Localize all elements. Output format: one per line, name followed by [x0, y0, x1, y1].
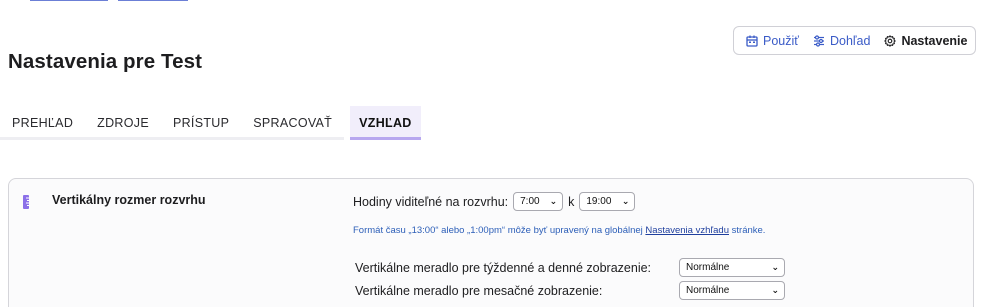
- view-monitor-button[interactable]: Dohľad: [813, 34, 870, 48]
- tab-process[interactable]: SPRACOVAŤ: [241, 106, 345, 140]
- section-title: Vertikálny rozmer rozvrhu: [52, 193, 206, 207]
- monthly-scale-value: Normálne: [686, 285, 730, 296]
- time-format-hint: Formát času „13:00“ alebo „1:00pm“ môže …: [353, 225, 765, 236]
- view-monitor-label: Dohľad: [829, 33, 871, 48]
- visible-hours-label: Hodiny viditeľné na rozvrhu:: [353, 194, 509, 209]
- chevron-down-icon: ⌄: [771, 285, 779, 295]
- chevron-down-icon: ⌄: [549, 196, 558, 206]
- breadcrumb: [30, 0, 188, 4]
- breadcrumb-link-underline[interactable]: [30, 0, 108, 1]
- schedule-size-panel: Vertikálny rozmer rozvrhu Hodiny viditeľ…: [8, 178, 974, 307]
- view-settings-label: Nastavenie: [901, 33, 968, 48]
- tab-access[interactable]: PRÍSTUP: [160, 106, 242, 140]
- hint-text-after: stránke.: [731, 225, 766, 236]
- view-switcher: Použiť Dohľad Nastavenie: [733, 26, 976, 55]
- view-use-button[interactable]: Použiť: [746, 34, 799, 48]
- tab-overview[interactable]: PREHĽAD: [0, 106, 86, 140]
- monthly-scale-select[interactable]: Normálne ⌄: [679, 281, 785, 300]
- start-hour-select[interactable]: 7:00 ⌄: [513, 192, 564, 211]
- weekly-scale-label: Vertikálne meradlo pre týždenné a denné …: [355, 260, 652, 275]
- chevron-down-icon: ⌄: [771, 262, 779, 272]
- weekly-scale-value: Normálne: [686, 262, 730, 273]
- calendar-icon: [746, 35, 758, 47]
- sliders-icon: [813, 34, 824, 47]
- monthly-scale-row: Vertikálne meradlo pre mesačné zobrazeni…: [355, 281, 785, 300]
- settings-tabs: PREHĽAD ZDROJE PRÍSTUP SPRACOVAŤ VZHĽAD: [0, 106, 421, 140]
- ruler-icon: [23, 195, 29, 209]
- breadcrumb-link-underline[interactable]: [118, 0, 188, 1]
- gear-icon: [884, 34, 897, 47]
- tab-resources[interactable]: ZDROJE: [85, 106, 161, 140]
- tab-appearance[interactable]: VZHĽAD: [350, 106, 421, 140]
- view-settings-button[interactable]: Nastavenie: [884, 34, 967, 48]
- chevron-down-icon: ⌄: [621, 196, 630, 206]
- start-hour-value: 7:00: [520, 196, 540, 207]
- weekly-scale-row: Vertikálne meradlo pre týždenné a denné …: [355, 258, 785, 277]
- hours-separator: k: [568, 194, 575, 209]
- page-title: Nastavenia pre Test: [8, 50, 203, 73]
- end-hour-select[interactable]: 19:00 ⌄: [579, 192, 636, 211]
- weekly-scale-select[interactable]: Normálne ⌄: [679, 258, 785, 277]
- hint-text-before: Formát času „13:00“ alebo „1:00pm“ môže …: [353, 225, 643, 236]
- view-use-label: Použiť: [763, 33, 799, 48]
- visible-hours-row: Hodiny viditeľné na rozvrhu: 7:00 ⌄ k 19…: [353, 192, 636, 211]
- appearance-settings-link[interactable]: Nastavenia vzhľadu: [645, 225, 729, 236]
- end-hour-value: 19:00: [586, 196, 612, 207]
- monthly-scale-label: Vertikálne meradlo pre mesačné zobrazeni…: [355, 283, 603, 298]
